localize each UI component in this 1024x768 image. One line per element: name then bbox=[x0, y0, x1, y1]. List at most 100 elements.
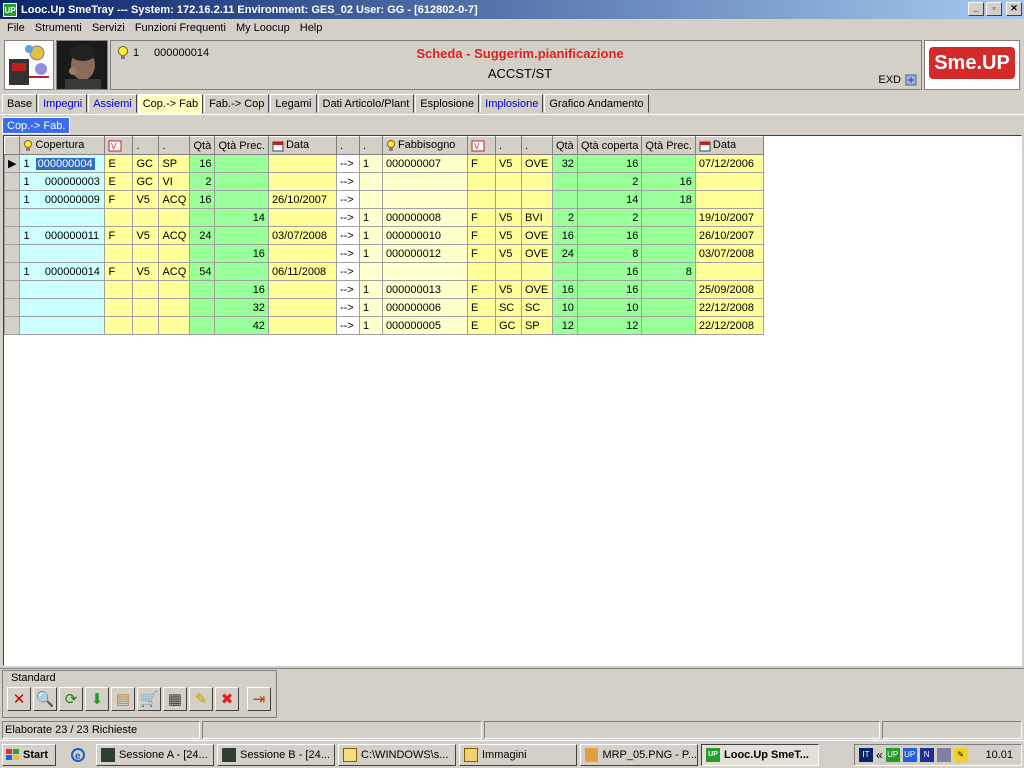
table-cell[interactable]: --> bbox=[335, 190, 360, 209]
table-cell[interactable]: 1 bbox=[358, 154, 383, 173]
table-cell[interactable] bbox=[641, 316, 696, 335]
table-cell[interactable]: 16 bbox=[189, 154, 216, 173]
row-selector[interactable] bbox=[4, 226, 21, 245]
table-cell[interactable]: 10 bbox=[576, 298, 643, 317]
table-cell[interactable]: 16 bbox=[214, 244, 269, 263]
start-button[interactable]: Start bbox=[2, 743, 56, 766]
table-cell[interactable]: 16 bbox=[576, 262, 643, 281]
table-cell[interactable]: V5 bbox=[494, 154, 522, 173]
table-cell[interactable]: F bbox=[104, 226, 134, 245]
exit-icon[interactable]: ⇥ bbox=[247, 687, 271, 711]
table-cell[interactable]: 1 bbox=[358, 280, 383, 299]
menu-strumenti[interactable]: Strumenti bbox=[30, 22, 87, 34]
table-cell[interactable]: OVE bbox=[520, 226, 553, 245]
col-header-qta-coperta[interactable]: Qtà coperta bbox=[576, 136, 643, 155]
table-cell[interactable]: 1 000000011 bbox=[19, 226, 106, 245]
table-cell[interactable] bbox=[158, 298, 191, 317]
table-cell[interactable] bbox=[267, 316, 337, 335]
green-arrow-icon[interactable]: ⬇ bbox=[85, 687, 109, 711]
col-header-dot-6[interactable]: . bbox=[520, 136, 553, 155]
table-cell[interactable] bbox=[19, 280, 106, 299]
table-cell[interactable] bbox=[19, 298, 106, 317]
table-cell[interactable]: OVE bbox=[520, 154, 553, 173]
table-cell[interactable] bbox=[19, 208, 106, 227]
table-cell[interactable]: 2 bbox=[551, 208, 578, 227]
table-cell[interactable] bbox=[19, 316, 106, 335]
table-cell[interactable] bbox=[641, 226, 696, 245]
table-cell[interactable]: 1 000000009 bbox=[19, 190, 106, 209]
table-cell[interactable] bbox=[267, 280, 337, 299]
table-cell[interactable] bbox=[104, 280, 134, 299]
tab-cop-fab[interactable]: Cop.-> Fab bbox=[137, 94, 204, 114]
table-cell[interactable] bbox=[214, 226, 269, 245]
table-cell[interactable] bbox=[158, 280, 191, 299]
table-cell[interactable] bbox=[132, 316, 160, 335]
table-cell[interactable]: --> bbox=[335, 262, 360, 281]
table-cell[interactable]: E bbox=[104, 172, 134, 191]
table-row[interactable]: 16 --> 1 000000013 F V5 OVE 16 16 25/09/2008 bbox=[4, 280, 764, 299]
table-cell[interactable]: GC bbox=[494, 316, 522, 335]
table-cell[interactable]: SP bbox=[520, 316, 553, 335]
row-selector[interactable] bbox=[4, 262, 21, 281]
col-header-data-2[interactable]: Data bbox=[694, 136, 764, 155]
table-row[interactable]: 1 000000003 E GC VI 2 --> 2 16 bbox=[4, 172, 764, 191]
task-immagini[interactable]: Immagini bbox=[459, 743, 577, 766]
table-cell[interactable] bbox=[494, 172, 522, 191]
table-cell[interactable] bbox=[267, 172, 337, 191]
table-cell[interactable]: 8 bbox=[576, 244, 643, 263]
row-selector[interactable] bbox=[4, 208, 21, 227]
table-cell[interactable] bbox=[189, 316, 216, 335]
tab-grafico-andamento[interactable]: Grafico Andamento bbox=[544, 94, 649, 113]
table-cell[interactable]: 8 bbox=[641, 262, 696, 281]
table-cell[interactable]: --> bbox=[335, 298, 360, 317]
table-cell[interactable]: F bbox=[104, 262, 134, 281]
row-selector[interactable]: ▶ bbox=[4, 154, 21, 173]
tab-impegni[interactable]: Impegni bbox=[38, 94, 88, 113]
network-icon[interactable]: N bbox=[919, 748, 934, 762]
table-cell[interactable]: F bbox=[466, 208, 496, 227]
refresh-icon[interactable]: ⟳ bbox=[59, 687, 83, 711]
menu-my-loocup[interactable]: My Loocup bbox=[231, 22, 295, 34]
table-cell[interactable] bbox=[641, 280, 696, 299]
table-cell[interactable]: 03/07/2008 bbox=[267, 226, 337, 245]
minimize-button[interactable]: _ bbox=[968, 2, 984, 16]
table-cell[interactable]: 000000006 bbox=[381, 298, 468, 317]
table-row[interactable]: 1 000000014 F V5 ACQ 54 06/11/2008 --> 16 8 bbox=[4, 262, 764, 281]
table-cell[interactable]: 1 bbox=[358, 226, 383, 245]
table-cell[interactable] bbox=[381, 190, 468, 209]
table-cell[interactable]: 000000010 bbox=[381, 226, 468, 245]
table-cell[interactable]: 2 bbox=[189, 172, 216, 191]
table-cell[interactable] bbox=[267, 154, 337, 173]
table-cell[interactable]: F bbox=[466, 280, 496, 299]
chart-icon[interactable]: ▦ bbox=[163, 687, 187, 711]
table-cell[interactable]: 19/10/2007 bbox=[694, 208, 764, 227]
restore-button[interactable]: ▫ bbox=[986, 2, 1002, 16]
table-cell[interactable]: 25/09/2008 bbox=[694, 280, 764, 299]
table-cell[interactable] bbox=[551, 172, 578, 191]
cancel-x-icon[interactable]: ✕ bbox=[7, 687, 31, 711]
table-cell[interactable]: 1 000000014 bbox=[19, 262, 106, 281]
table-cell[interactable]: 22/12/2008 bbox=[694, 298, 764, 317]
table-cell[interactable]: --> bbox=[335, 244, 360, 263]
task-loocup[interactable]: UP Looc.Up SmeT... bbox=[701, 743, 819, 766]
tab-base[interactable]: Base bbox=[2, 94, 38, 113]
col-header-dot-5[interactable]: . bbox=[494, 136, 522, 155]
table-cell[interactable]: --> bbox=[335, 280, 360, 299]
col-header-qta[interactable]: Qtà bbox=[189, 136, 216, 155]
table-cell[interactable] bbox=[158, 208, 191, 227]
table-cell[interactable] bbox=[189, 208, 216, 227]
table-cell[interactable]: SP bbox=[158, 154, 191, 173]
table-cell[interactable]: 000000005 bbox=[381, 316, 468, 335]
table-cell[interactable]: F bbox=[466, 226, 496, 245]
subtab-cop-fab[interactable]: Cop.-> Fab. bbox=[2, 117, 71, 134]
table-cell[interactable]: 26/10/2007 bbox=[267, 190, 337, 209]
table-cell[interactable]: 22/12/2008 bbox=[694, 316, 764, 335]
cart-icon[interactable]: 🛒 bbox=[137, 687, 161, 711]
table-cell[interactable]: 42 bbox=[214, 316, 269, 335]
table-cell[interactable] bbox=[641, 154, 696, 173]
table-cell[interactable] bbox=[267, 208, 337, 227]
table-cell[interactable] bbox=[466, 190, 496, 209]
menu-help[interactable]: Help bbox=[295, 22, 328, 34]
col-header-qta-2[interactable]: Qtà bbox=[551, 136, 578, 155]
table-cell[interactable]: F bbox=[104, 190, 134, 209]
